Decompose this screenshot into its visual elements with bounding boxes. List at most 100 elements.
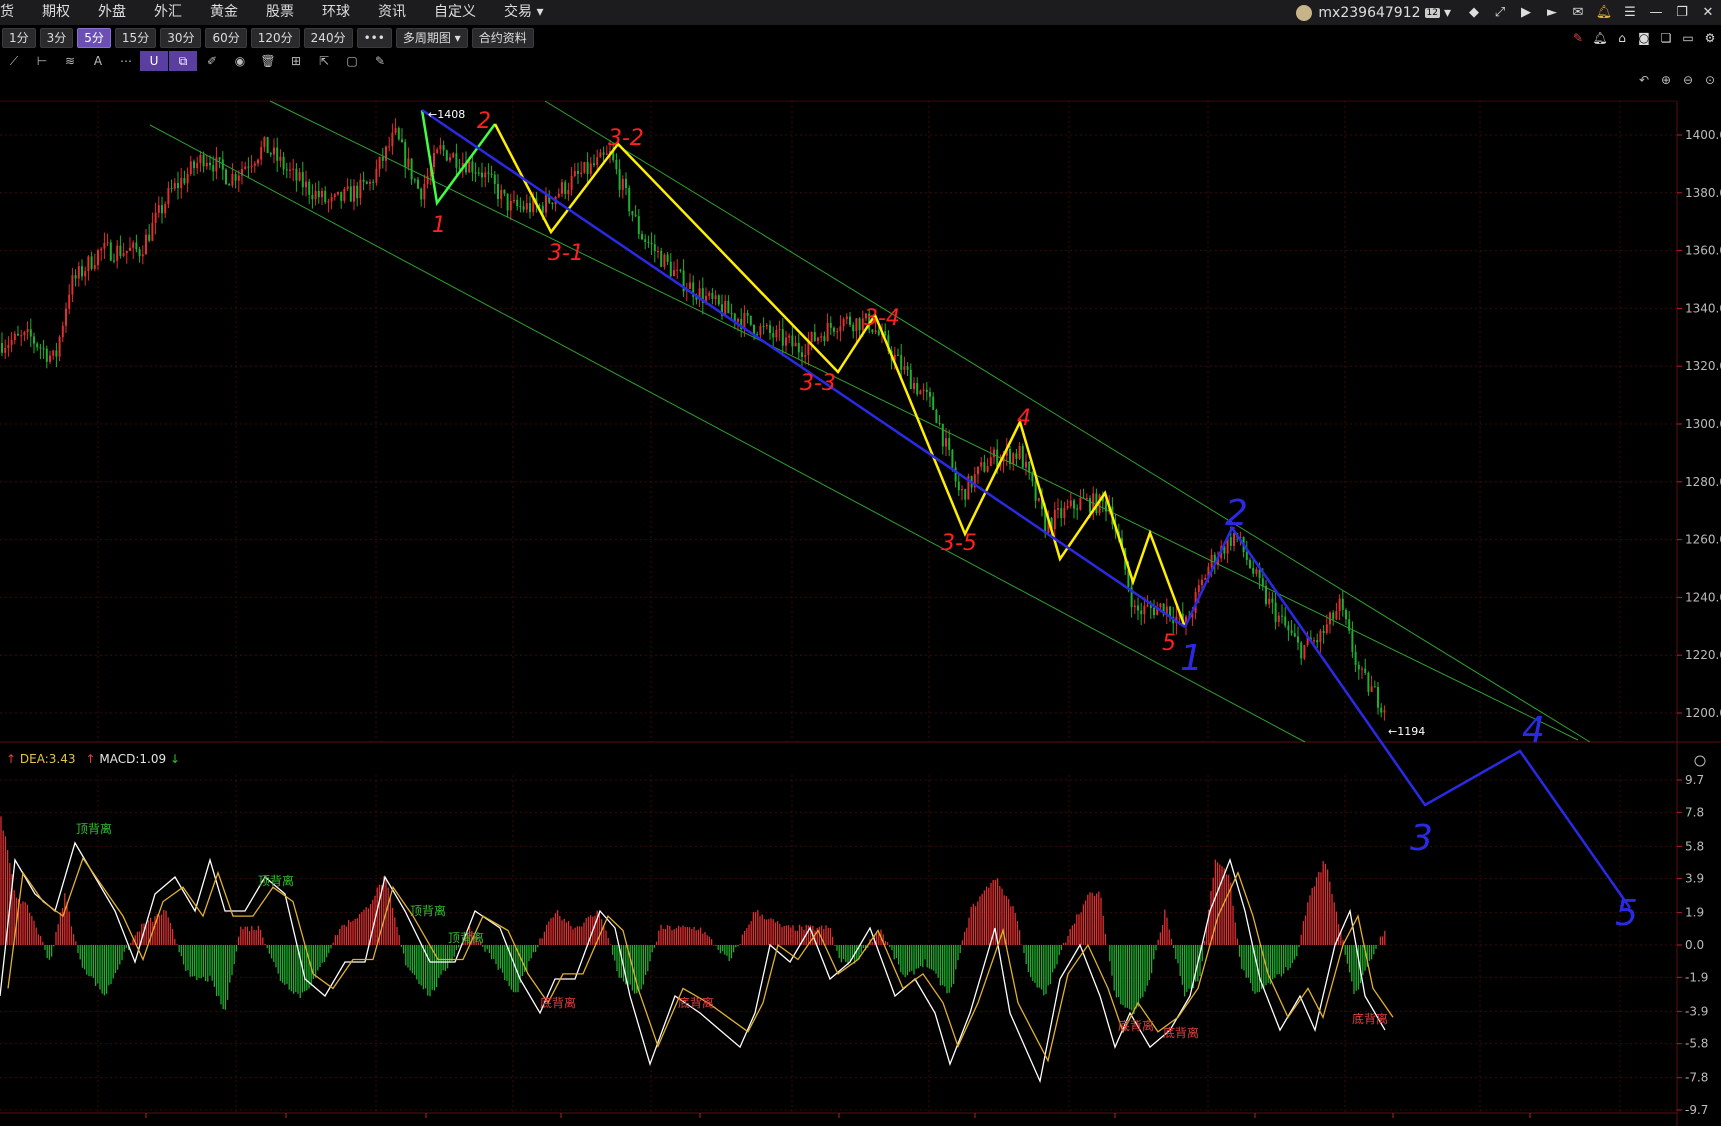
candle-body: [785, 337, 787, 346]
candle-body: [388, 146, 391, 148]
candle-body: [964, 489, 967, 500]
candle-body: [1066, 506, 1069, 508]
candle-body: [1277, 615, 1280, 622]
chart-canvas[interactable]: 1400.01380.01360.01340.01320.01300.01280…: [0, 0, 1721, 1126]
candle-body: [234, 174, 237, 181]
candle-body: [513, 199, 515, 201]
candles-group: [1, 118, 1386, 721]
bottom-divergence-label: 底背离: [1163, 1025, 1199, 1040]
candle-body: [1249, 559, 1251, 568]
candle-body: [125, 250, 128, 254]
price-tick-label: 1340.0: [1685, 301, 1721, 315]
candle-body: [1297, 636, 1299, 643]
candle-body: [1319, 630, 1322, 643]
candle-body: [81, 266, 83, 277]
candle-body: [1290, 630, 1293, 634]
macd-tick-label: 5.8: [1685, 839, 1704, 853]
candle-body: [311, 194, 314, 200]
candle-body: [449, 157, 451, 161]
candle-body: [1133, 605, 1136, 608]
candle-body: [1268, 598, 1271, 604]
candle-body: [295, 168, 298, 181]
candle-body: [564, 182, 567, 195]
candle-body: [900, 355, 903, 370]
candle-body: [276, 147, 279, 161]
wave-blue-projection: [1183, 525, 1632, 909]
candle-body: [669, 261, 672, 277]
candle-body: [305, 181, 307, 188]
candle-body: [573, 171, 576, 177]
candle-body: [113, 260, 115, 262]
candle-body: [1351, 630, 1354, 652]
candle-body: [1265, 586, 1267, 604]
candle-body: [634, 214, 637, 217]
candle-body: [407, 158, 410, 168]
candle-body: [913, 382, 915, 390]
wave-label-blue: 1: [1180, 638, 1203, 679]
candle-body: [381, 157, 384, 161]
candle-body: [1332, 612, 1335, 620]
price-tick-label: 1200.0: [1685, 706, 1721, 720]
candle-body: [516, 199, 519, 206]
candle-body: [929, 392, 931, 397]
price-tick-label: 1280.0: [1685, 475, 1721, 489]
candle-body: [941, 423, 944, 447]
candle-body: [189, 161, 192, 174]
candle-body: [983, 462, 986, 472]
candle-body: [141, 254, 144, 257]
candle-body: [122, 253, 125, 256]
candle-body: [525, 203, 528, 210]
candle-body: [372, 181, 375, 183]
candle-body: [173, 183, 176, 189]
candle-body: [343, 189, 346, 201]
candle-body: [813, 332, 816, 341]
candle-body: [938, 422, 941, 424]
candle-body: [164, 204, 167, 214]
candle-body: [1060, 508, 1063, 518]
macd-value: MACD:1.09: [99, 752, 167, 766]
candle-body: [410, 158, 413, 180]
macd-tick-label: 3.9: [1685, 872, 1704, 886]
candle-body: [714, 295, 717, 299]
candle-body: [17, 333, 19, 336]
candle-body: [1303, 644, 1306, 659]
candle-body: [397, 128, 400, 140]
candle-body: [324, 190, 327, 203]
candle-body: [1383, 710, 1386, 713]
candle-body: [74, 275, 77, 279]
candle-body: [97, 250, 99, 266]
candle-body: [580, 172, 583, 174]
candle-body: [93, 265, 96, 269]
bottom-divergence-label: 底背离: [540, 995, 576, 1010]
candle-body: [820, 336, 823, 338]
candle-body: [561, 182, 563, 194]
candle-body: [1159, 603, 1162, 608]
candle-body: [10, 339, 13, 345]
candle-body: [925, 389, 928, 393]
candle-body: [170, 188, 173, 190]
candle-body: [996, 449, 999, 467]
candle-body: [4, 347, 7, 353]
candle-body: [205, 162, 208, 167]
candle-body: [759, 326, 762, 336]
candle-body: [301, 172, 304, 188]
candle-body: [935, 409, 938, 423]
wave-label-blue: 4: [1522, 710, 1545, 751]
candle-body: [228, 184, 231, 186]
candle-body: [839, 326, 842, 332]
candle-body: [266, 137, 269, 154]
candle-body: [1367, 672, 1370, 692]
candle-body: [708, 292, 711, 296]
candle-body: [439, 145, 442, 150]
candle-body: [570, 176, 573, 190]
macd-tick-label: -9.7: [1685, 1103, 1708, 1117]
candle-body: [506, 193, 509, 211]
macd-tick-label: -1.9: [1685, 970, 1708, 984]
candle-body: [961, 489, 963, 491]
macd-tick-label: -3.9: [1685, 1004, 1708, 1018]
candle-body: [1063, 507, 1066, 518]
candle-body: [154, 212, 157, 223]
candle-body: [45, 348, 48, 362]
candle-body: [129, 247, 131, 251]
candle-body: [247, 166, 250, 168]
